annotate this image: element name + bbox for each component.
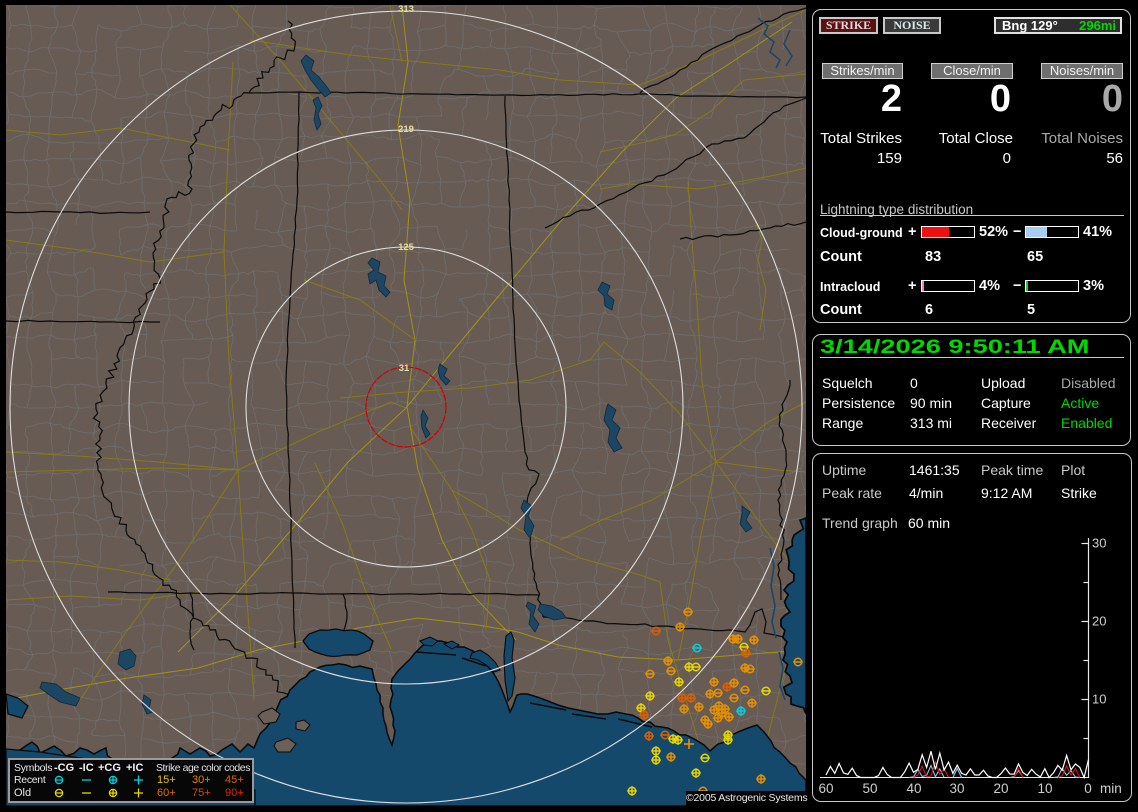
svg-text:50: 50 — [862, 781, 877, 796]
svg-text:10: 10 — [1037, 781, 1052, 796]
svg-text:20: 20 — [1092, 614, 1106, 629]
svg-text:min: min — [1100, 781, 1122, 796]
svg-text:0: 0 — [1084, 781, 1092, 796]
svg-text:30: 30 — [949, 781, 964, 796]
svg-text:20: 20 — [993, 781, 1008, 796]
svg-text:30: 30 — [1092, 536, 1106, 551]
svg-text:10: 10 — [1092, 692, 1106, 707]
svg-text:60: 60 — [818, 781, 833, 796]
svg-text:40: 40 — [906, 781, 921, 796]
